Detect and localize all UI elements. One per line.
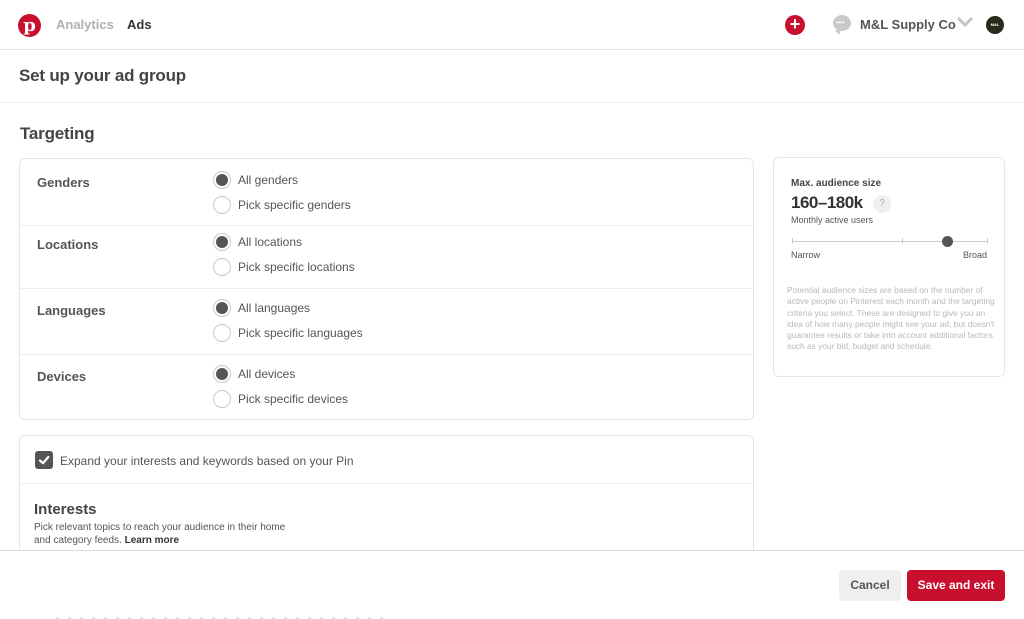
radio-pick-devices[interactable]: Pick specific devices (213, 389, 348, 409)
pinterest-logo-icon[interactable]: p (18, 14, 41, 37)
slider-track (792, 241, 988, 242)
messages-dots: ••• (836, 18, 845, 27)
radio-button-checked[interactable] (213, 171, 231, 189)
radio-all-languages[interactable]: All languages (213, 298, 310, 318)
radio-label: Pick specific devices (238, 392, 349, 406)
radio-label: All languages (238, 301, 311, 315)
audience-title: Max. audience size (791, 178, 882, 189)
genders-label: Genders (37, 175, 90, 190)
audience-subtitle: Monthly active users (791, 215, 874, 225)
checkmark-icon (38, 455, 50, 465)
radio-button[interactable] (213, 324, 231, 342)
expand-interests-row[interactable]: Expand your interests and keywords based… (20, 436, 753, 484)
radio-button[interactable] (213, 258, 231, 276)
page-title: Set up your ad group (19, 66, 186, 85)
avatar[interactable]: M&L (986, 16, 1004, 34)
languages-row: Languages All languages Pick specific la… (20, 289, 753, 355)
radio-all-devices[interactable]: All devices (213, 364, 295, 384)
interests-description: Pick relevant topics to reach your audie… (34, 521, 294, 547)
audience-breadth-slider (792, 236, 988, 248)
slider-tick-mid (902, 238, 903, 244)
save-and-exit-button[interactable]: Save and exit (907, 570, 1005, 601)
radio-all-locations[interactable]: All locations (213, 232, 302, 252)
devices-label: Devices (37, 369, 87, 384)
radio-button-checked[interactable] (213, 233, 231, 251)
radio-label: All devices (238, 367, 296, 381)
cancel-button[interactable]: Cancel (839, 570, 901, 601)
radio-pick-locations[interactable]: Pick specific locations (213, 257, 355, 277)
footer-action-bar: Cancel Save and exit (0, 550, 1024, 619)
broad-label: Broad (962, 250, 987, 260)
radio-button-checked[interactable] (213, 299, 231, 317)
account-name[interactable]: M&L Supply Co (860, 17, 956, 32)
radio-button[interactable] (213, 390, 231, 408)
messages-icon[interactable]: ••• (833, 15, 851, 35)
audience-size-card: Max. audience size 160–180k ? Monthly ac… (773, 157, 1005, 377)
radio-label: All locations (238, 235, 303, 249)
locations-label: Locations (37, 237, 99, 252)
learn-more-link[interactable]: Learn more (125, 535, 179, 546)
radio-label: Pick specific genders (238, 198, 351, 212)
locations-row: Locations All locations Pick specific lo… (20, 226, 753, 289)
interests-card: Expand your interests and keywords based… (19, 435, 754, 565)
nav-analytics[interactable]: Analytics (56, 17, 114, 32)
chevron-down-icon[interactable] (957, 15, 973, 29)
radio-label: Pick specific locations (238, 260, 355, 274)
radio-button[interactable] (213, 196, 231, 214)
title-divider (0, 102, 1024, 103)
radio-label: Pick specific languages (238, 326, 363, 340)
nav-ads[interactable]: Ads (127, 17, 152, 32)
languages-label: Languages (37, 303, 106, 318)
targeting-heading: Targeting (20, 124, 95, 143)
targeting-card: Genders All genders Pick specific gender… (19, 158, 754, 420)
radio-label: All genders (238, 173, 299, 187)
radio-pick-genders[interactable]: Pick specific genders (213, 195, 351, 215)
audience-note: Potential audience sizes are based on th… (787, 285, 995, 352)
genders-row: Genders All genders Pick specific gender… (20, 159, 753, 226)
radio-pick-languages[interactable]: Pick specific languages (213, 323, 363, 343)
slider-tick-start (792, 238, 793, 244)
audience-value: 160–180k (791, 193, 863, 212)
create-plus-icon[interactable]: + (785, 15, 805, 35)
radio-all-genders[interactable]: All genders (213, 170, 298, 190)
devices-row: Devices All devices Pick specific device… (20, 355, 753, 419)
expand-interests-checkbox[interactable] (35, 451, 53, 469)
expand-interests-label: Expand your interests and keywords based… (60, 454, 354, 468)
slider-tick-end (987, 238, 988, 244)
interests-heading: Interests (34, 501, 97, 518)
radio-button-checked[interactable] (213, 365, 231, 383)
narrow-label: Narrow (791, 250, 821, 260)
slider-thumb (941, 236, 953, 247)
top-navigation-bar: p Analytics Ads + ••• M&L Supply Co M&L (0, 0, 1024, 50)
help-icon[interactable]: ? (873, 195, 891, 213)
